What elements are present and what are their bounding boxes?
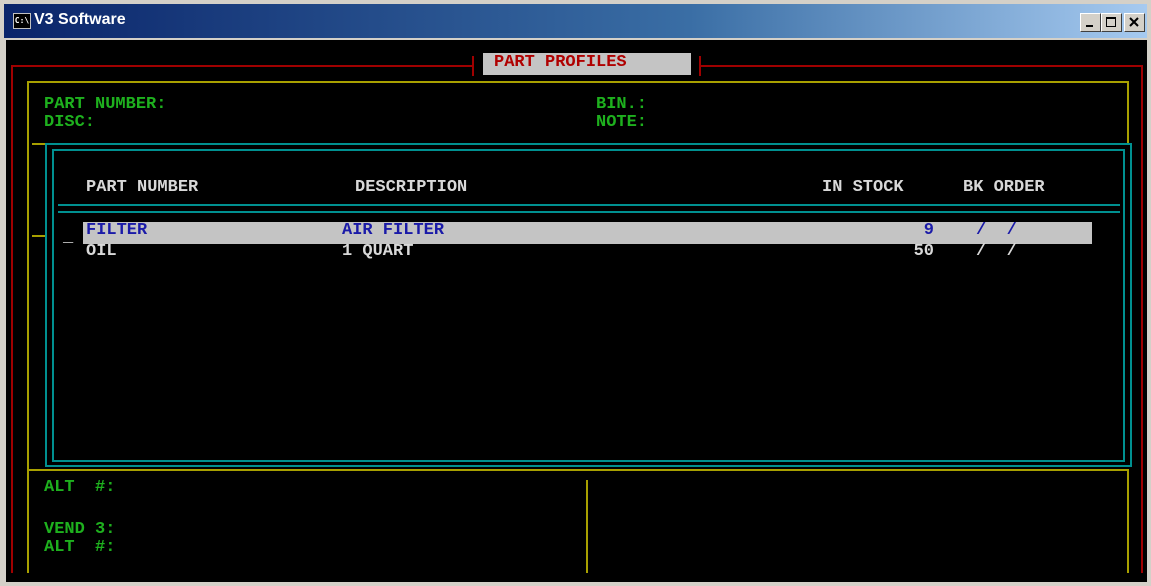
note-label: NOTE: bbox=[596, 113, 648, 132]
col-part-number: PART NUMBER bbox=[86, 178, 199, 197]
screen-header: PART PROFILES bbox=[494, 53, 627, 72]
minimize-button[interactable] bbox=[1080, 13, 1101, 32]
col-description: DESCRIPTION bbox=[355, 178, 468, 197]
row-description[interactable]: AIR FILTER bbox=[342, 221, 444, 241]
disc-label: DISC: bbox=[44, 113, 96, 132]
console-icon[interactable]: C:\ bbox=[13, 13, 31, 29]
maximize-button[interactable] bbox=[1101, 13, 1122, 32]
text-cursor: _ bbox=[63, 228, 74, 247]
console-screen[interactable]: PART PROFILES PART NUMBER: DISC: BIN.: N… bbox=[6, 40, 1147, 582]
row-part-number[interactable]: FILTER bbox=[86, 221, 147, 241]
col-in-stock: IN STOCK bbox=[822, 178, 904, 197]
alt-number-label: ALT #: bbox=[44, 478, 116, 497]
title-bar[interactable]: C:\ V3 Software bbox=[4, 4, 1147, 38]
row-in-stock: 50 bbox=[913, 242, 934, 261]
row-bk-order: / / bbox=[976, 221, 1017, 240]
bin-label: BIN.: bbox=[596, 95, 648, 114]
selected-row-highlight bbox=[83, 222, 1092, 244]
console-window: C:\ V3 Software PART PROFILES PART NUMBE… bbox=[0, 0, 1151, 586]
alt-number-label-2: ALT #: bbox=[44, 538, 116, 557]
row-description[interactable]: 1 QUART bbox=[342, 242, 413, 262]
screen-frame bbox=[11, 56, 1143, 573]
col-bk-order: BK ORDER bbox=[963, 178, 1045, 197]
row-part-number[interactable]: OIL bbox=[86, 242, 117, 262]
row-in-stock: 9 bbox=[923, 221, 934, 240]
vend-3-label: VEND 3: bbox=[44, 520, 116, 539]
window-title: V3 Software bbox=[34, 11, 126, 28]
minimize-icon bbox=[1086, 25, 1093, 27]
close-icon bbox=[1129, 17, 1139, 27]
maximize-icon bbox=[1106, 17, 1116, 27]
part-number-label: PART NUMBER: bbox=[44, 95, 167, 114]
close-button[interactable] bbox=[1124, 13, 1145, 32]
row-bk-order: / / bbox=[976, 242, 1017, 261]
